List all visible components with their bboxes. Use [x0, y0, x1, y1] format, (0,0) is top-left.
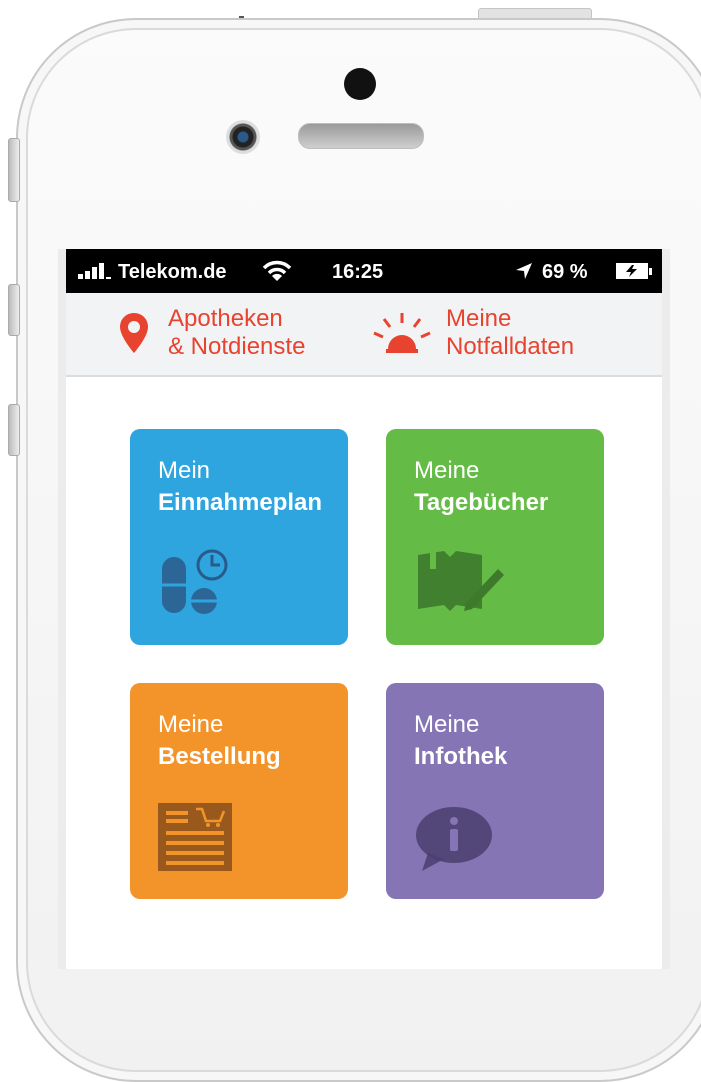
volume-down-button: [8, 404, 20, 456]
tile-bestellung[interactable]: Meine Bestellung: [130, 683, 348, 899]
signal-icon: [78, 261, 116, 287]
info-bubble-icon: [414, 807, 494, 878]
emergency-label-line1: Meine: [446, 305, 512, 332]
mute-switch: [8, 138, 20, 202]
pharmacies-label-line1: Apotheken: [168, 305, 283, 332]
tile-tagebuecher-line1: Meine: [414, 457, 480, 484]
tile-einnahmeplan-line1: Mein: [158, 457, 211, 484]
book-pen-icon: [416, 547, 506, 616]
battery-percentage: 69 %: [542, 261, 588, 283]
app-screen: Telekom.de 16:25 69 % Apotheken & Notdie…: [58, 249, 670, 969]
tile-infothek-line2: Infothek: [414, 743, 508, 770]
tile-einnahmeplan-line2: Einnahmeplan: [158, 489, 323, 516]
map-pin-icon: [120, 313, 148, 360]
tile-bestellung-line1: Meine: [158, 711, 224, 738]
pill-clock-icon: [160, 549, 240, 620]
earpiece-speaker: [298, 123, 424, 149]
proximity-sensor: [344, 68, 376, 100]
status-time: 16:25: [332, 261, 384, 283]
carrier-name: Telekom.de: [118, 261, 227, 283]
status-bar: Telekom.de 16:25 69 %: [66, 249, 662, 293]
order-form-cart-icon: [158, 803, 232, 876]
siren-icon: [372, 311, 432, 362]
top-navigation: Apotheken & Notdienste Meine Notfalldate…: [66, 293, 662, 377]
tile-infothek-line1: Meine: [414, 711, 480, 738]
front-camera: [226, 120, 260, 154]
wifi-icon: [262, 259, 292, 289]
volume-up-button: [8, 284, 20, 336]
tile-tagebuecher-line2: Tagebücher: [414, 489, 549, 516]
emergency-label-line2: Notfalldaten: [446, 333, 575, 360]
location-arrow-icon: [514, 261, 534, 287]
tile-tagebuecher[interactable]: Meine Tagebücher: [386, 429, 604, 645]
tile-bestellung-line2: Bestellung: [158, 743, 281, 770]
pharmacies-label-line2: & Notdienste: [168, 333, 306, 360]
battery-charging-icon: [616, 263, 652, 279]
tile-infothek[interactable]: Meine Infothek: [386, 683, 604, 899]
tile-einnahmeplan[interactable]: Mein Einnahmeplan: [130, 429, 348, 645]
